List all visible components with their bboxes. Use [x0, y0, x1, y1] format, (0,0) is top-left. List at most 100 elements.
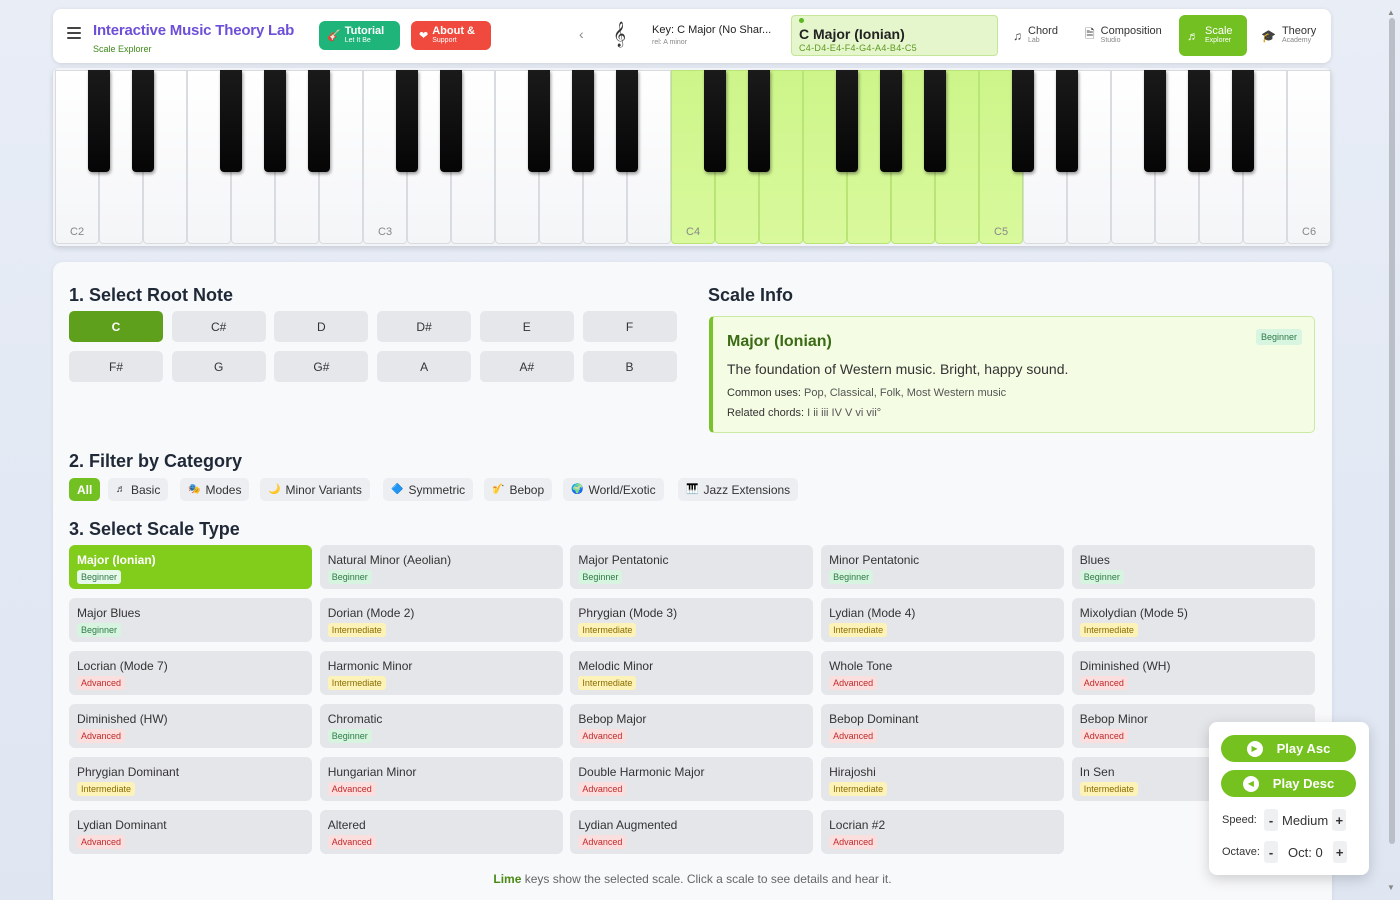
active-dot-icon [799, 18, 804, 23]
black-key[interactable] [220, 70, 242, 172]
nav-composition-studio[interactable]: 🗎 Composition Studio [1077, 15, 1170, 56]
scale-card[interactable]: Hirajoshi Intermediate [821, 757, 1065, 801]
key-label: C4 [686, 226, 701, 238]
root-note-button[interactable]: E [479, 311, 574, 342]
black-key[interactable] [704, 70, 726, 172]
scale-card[interactable]: Dorian (Mode 2) Intermediate [319, 598, 563, 642]
scale-card[interactable]: Altered Advanced [319, 810, 563, 854]
root-note-button[interactable]: F# [69, 351, 163, 382]
black-key[interactable] [1056, 70, 1078, 172]
octave-increase-button[interactable]: + [1332, 841, 1347, 863]
scale-card[interactable]: Double Harmonic Major Advanced [570, 757, 814, 801]
scale-card[interactable]: Natural Minor (Aeolian) Beginner [319, 545, 563, 589]
root-note-button[interactable]: F [582, 311, 677, 342]
scrollbar[interactable]: ▲ ▼ [1387, 8, 1397, 892]
scale-card[interactable]: Mixolydian (Mode 5) Intermediate [1071, 598, 1315, 642]
chevron-left-icon[interactable]: ‹ [579, 26, 584, 42]
root-note-button[interactable]: G [171, 351, 266, 382]
category-chip[interactable]: 🌍 World/Exotic [563, 478, 664, 501]
black-key[interactable] [1144, 70, 1166, 172]
speed-decrease-button[interactable]: - [1264, 809, 1278, 831]
menu-icon[interactable] [67, 27, 81, 41]
nav-chord-lab[interactable]: ♫ Chord Lab [1005, 15, 1066, 56]
category-chip[interactable]: 🌙 Minor Variants [260, 478, 370, 501]
scale-card[interactable]: Lydian Augmented Advanced [570, 810, 814, 854]
root-note-button[interactable]: G# [274, 351, 369, 382]
scale-card[interactable]: Harmonic Minor Intermediate [319, 651, 563, 695]
category-chip[interactable]: 🔷 Symmetric [383, 478, 474, 501]
black-key[interactable] [748, 70, 770, 172]
key-info: Key: C Major (No Shar... rel: A minor [652, 24, 782, 46]
scale-card[interactable]: Diminished (HW) Advanced [69, 704, 312, 748]
black-key[interactable] [308, 70, 330, 172]
scale-card[interactable]: Major (Ionian) Beginner [69, 545, 312, 589]
scale-level-badge: Beginner [77, 623, 122, 637]
white-key[interactable]: C6 [1287, 70, 1331, 244]
scale-card[interactable]: Phrygian Dominant Intermediate [69, 757, 312, 801]
scale-card[interactable]: Major Blues Beginner [69, 598, 312, 642]
category-icon: ♬ [116, 484, 126, 495]
scale-card[interactable]: Major Pentatonic Beginner [570, 545, 814, 589]
root-note-button[interactable]: D [274, 311, 369, 342]
category-icon: 🌍 [571, 484, 584, 495]
root-note-button[interactable]: B [582, 351, 677, 382]
black-key[interactable] [1232, 70, 1254, 172]
scale-card[interactable]: Minor Pentatonic Beginner [821, 545, 1065, 589]
scale-name: Mixolydian (Mode 5) [1079, 606, 1188, 620]
category-chip[interactable]: 🎹 Jazz Extensions [678, 478, 799, 501]
black-key[interactable] [264, 70, 286, 172]
nav-theory-academy[interactable]: 🎓 Theory Academy [1253, 15, 1324, 56]
scale-name: Dorian (Mode 2) [327, 606, 415, 620]
category-chip[interactable]: ♬ Basic [108, 478, 169, 501]
scale-card[interactable]: Blues Beginner [1071, 545, 1315, 589]
root-note-button[interactable]: D# [377, 311, 472, 342]
root-note-button[interactable]: A# [479, 351, 574, 382]
root-note-button[interactable]: C# [171, 311, 266, 342]
scale-card[interactable]: Whole Tone Advanced [821, 651, 1065, 695]
scroll-up-icon[interactable]: ▲ [1387, 8, 1395, 17]
scale-card[interactable]: Melodic Minor Intermediate [570, 651, 814, 695]
black-key[interactable] [440, 70, 462, 172]
category-chip[interactable]: 🎭 Modes [180, 478, 250, 501]
black-key[interactable] [924, 70, 946, 172]
scale-card[interactable]: Hungarian Minor Advanced [319, 757, 563, 801]
tutorial-button[interactable]: 🎸 Tutorial Let It Be [319, 21, 400, 50]
scale-card[interactable]: Locrian (Mode 7) Advanced [69, 651, 312, 695]
scale-name: Locrian (Mode 7) [77, 659, 168, 673]
category-chip[interactable]: All [69, 478, 101, 501]
speed-increase-button[interactable]: + [1332, 809, 1347, 831]
scroll-down-icon[interactable]: ▼ [1387, 883, 1395, 892]
scale-level-badge: Advanced [77, 835, 126, 849]
scale-level-badge: Beginner [829, 570, 874, 584]
root-note-button[interactable]: C [69, 311, 163, 342]
scale-card[interactable]: Lydian Dominant Advanced [69, 810, 312, 854]
black-key[interactable] [836, 70, 858, 172]
music-note-icon: ♫ [1013, 28, 1022, 43]
black-key[interactable] [396, 70, 418, 172]
black-key[interactable] [528, 70, 550, 172]
black-key[interactable] [132, 70, 154, 172]
scale-name: Locrian #2 [829, 818, 886, 832]
scale-card[interactable]: Lydian (Mode 4) Intermediate [821, 598, 1065, 642]
play-ascending-button[interactable]: ▶ Play Asc [1221, 735, 1356, 762]
category-chip[interactable]: 🎷 Bebop [484, 478, 553, 501]
black-key[interactable] [616, 70, 638, 172]
black-key[interactable] [1012, 70, 1034, 172]
scale-card[interactable]: Phrygian (Mode 3) Intermediate [570, 598, 814, 642]
key-label: C2 [70, 226, 85, 238]
scale-card[interactable]: Chromatic Beginner [319, 704, 563, 748]
black-key[interactable] [88, 70, 110, 172]
scale-card[interactable]: Bebop Dominant Advanced [821, 704, 1065, 748]
root-note-button[interactable]: A [377, 351, 472, 382]
scale-card[interactable]: Diminished (WH) Advanced [1071, 651, 1315, 695]
black-key[interactable] [1188, 70, 1210, 172]
black-key[interactable] [572, 70, 594, 172]
octave-decrease-button[interactable]: - [1264, 841, 1278, 863]
scale-card[interactable]: Bebop Major Advanced [570, 704, 814, 748]
black-key[interactable] [880, 70, 902, 172]
scale-card[interactable]: Locrian #2 Advanced [821, 810, 1065, 854]
play-descending-button[interactable]: ◀ Play Desc [1221, 770, 1356, 797]
nav-scale-explorer[interactable]: ♬ Scale Explorer [1179, 15, 1247, 56]
scroll-thumb[interactable] [1389, 18, 1395, 844]
about-support-button[interactable]: ❤ About & Support [411, 21, 491, 50]
